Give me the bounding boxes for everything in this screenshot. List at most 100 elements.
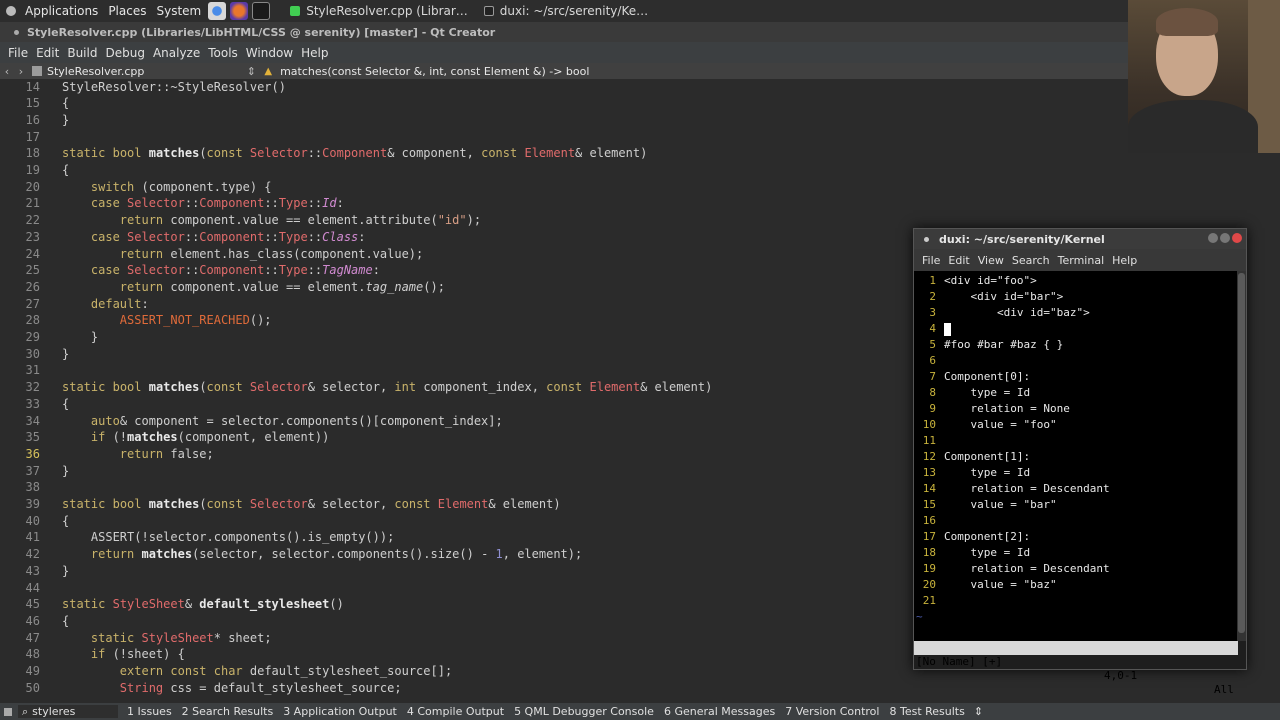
sidebar-toggle-icon[interactable] (4, 707, 12, 716)
terminal-icon (483, 6, 494, 16)
terminal-content[interactable]: 1 <div id="foo"> 2 <div id="bar"> 3 <div id… (914, 271, 1238, 641)
line-number: 19 (25, 163, 40, 177)
terminal-scrollbar[interactable] (1237, 271, 1246, 641)
gnome-foot-icon[interactable] (6, 6, 16, 16)
qt-creator-icon (290, 6, 301, 16)
code-text: auto& component = selector.components()[… (90, 413, 503, 428)
terminal-menu-search[interactable]: Search (1008, 254, 1054, 267)
output-pane-tab[interactable]: 7 Version Control (780, 705, 884, 718)
back-arrow-icon[interactable]: ‹ (0, 65, 14, 78)
webcam-person-body (1128, 100, 1258, 153)
terminal-menu-view[interactable]: View (974, 254, 1008, 267)
more-panes-icon[interactable]: ⇕ (974, 705, 983, 718)
output-pane-tab[interactable]: 2 Search Results (177, 705, 279, 718)
minimize-icon[interactable] (1208, 233, 1218, 243)
menu-debug[interactable]: Debug (101, 46, 148, 60)
vim-line: 2 <div id="bar"> (914, 289, 1063, 305)
output-pane-tab[interactable]: 8 Test Results (884, 705, 969, 718)
line-number: 40 (25, 513, 40, 528)
code-line: 24 return element.has_class(component.va… (0, 246, 900, 263)
panel-menu-places[interactable]: Places (103, 4, 151, 18)
terminal-menu-help[interactable]: Help (1108, 254, 1141, 267)
menu-edit[interactable]: Edit (32, 46, 63, 60)
function-symbol-selector[interactable]: matches(const Selector &, int, const Ele… (280, 65, 589, 78)
panel-menu-system[interactable]: System (151, 4, 206, 18)
line-number: 24 (25, 246, 40, 261)
forward-arrow-icon[interactable]: › (14, 65, 28, 78)
code-text: if (!matches(component, element)) (90, 430, 330, 445)
line-number: 15 (25, 96, 40, 111)
code-text: return element.has_class(component.value… (119, 246, 424, 261)
line-number: 29 (25, 330, 40, 344)
close-icon[interactable] (1232, 233, 1242, 243)
code-line: 37} (0, 463, 900, 480)
line-number: 38 (25, 480, 40, 495)
code-text: } (62, 563, 70, 578)
window-menu-icon[interactable] (14, 29, 19, 35)
output-pane-tab[interactable]: 5 QML Debugger Console (509, 705, 659, 718)
code-text: case Selector::Component::Type::TagName: (90, 263, 380, 278)
code-text: } (62, 112, 70, 127)
vim-line: 15 value = "bar" (914, 497, 1057, 513)
terminal-menu-edit[interactable]: Edit (944, 254, 973, 267)
code-text: switch (component.type) { (90, 179, 272, 194)
terminal-menu-file[interactable]: File (918, 254, 944, 267)
code-line: 50 String css = default_stylesheet_sourc… (0, 680, 900, 697)
terminal-menu-terminal[interactable]: Terminal (1054, 254, 1109, 267)
vim-line-number: 3 (929, 306, 936, 319)
code-line: 19 { (0, 162, 900, 179)
vim-line-number: 11 (922, 434, 936, 447)
chromium-icon[interactable] (208, 2, 227, 20)
vim-line-number: 2 (929, 290, 936, 303)
code-line: 36 return false; (0, 446, 900, 463)
vim-line-number: 12 (922, 450, 936, 463)
code-line: 20 switch (component.type) { (0, 179, 900, 196)
open-file-selector[interactable]: StyleResolver.cpp (47, 65, 144, 78)
output-pane-tab[interactable]: 1 Issues (122, 705, 177, 718)
terminal-menu-bar: File Edit View Search Terminal Help (914, 249, 1246, 271)
vim-line-number: 1 (929, 274, 936, 287)
warning-icon[interactable]: ▲ (264, 66, 272, 77)
taskbar-item-qtcreator[interactable]: StyleResolver.cpp (Librar… (282, 0, 476, 22)
code-line: 34 auto& component = selector.components… (0, 413, 900, 430)
vim-line: 21 (914, 593, 936, 609)
vim-line-number: 4 (929, 322, 936, 335)
maximize-icon[interactable] (1220, 233, 1230, 243)
output-pane-tab[interactable]: 4 Compile Output (402, 705, 509, 718)
line-number: 42 (25, 547, 40, 562)
taskbar-item-terminal[interactable]: duxi: ~/src/serenity/Ke… (476, 0, 656, 22)
output-pane-tab[interactable]: 6 General Messages (659, 705, 780, 718)
code-line: 14 StyleResolver::~StyleResolver() (0, 79, 900, 95)
terminal-title-bar[interactable]: duxi: ~/src/serenity/Kernel (914, 229, 1246, 249)
vim-line: 16 (914, 513, 936, 529)
vim-line-number: 5 (929, 338, 936, 351)
menu-tools[interactable]: Tools (204, 46, 242, 60)
vim-line-text: Component[2]: (944, 530, 1031, 543)
output-pane-tab[interactable]: 3 Application Output (278, 705, 402, 718)
code-text: static bool matches(const Selector& sele… (62, 497, 561, 511)
webcam-person-hair (1156, 8, 1218, 36)
code-text: static StyleSheet* sheet; (90, 630, 272, 645)
line-number: 37 (25, 463, 40, 478)
scrollbar-thumb[interactable] (1238, 273, 1245, 633)
file-selector-arrows-icon[interactable]: ⇕ (244, 65, 258, 78)
output-panes-bar: ⌕ styleres 1 Issues 2 Search Results 3 App… (0, 703, 1280, 720)
menu-analyze[interactable]: Analyze (149, 46, 204, 60)
line-number: 44 (25, 580, 40, 595)
vim-line: 10 value = "foo" (914, 417, 1057, 433)
code-line: 35 if (!matches(component, element)) (0, 429, 900, 446)
window-menu-icon[interactable] (924, 236, 929, 242)
panel-menu-applications[interactable]: Applications (20, 4, 103, 18)
menu-build[interactable]: Build (63, 46, 101, 60)
menu-window[interactable]: Window (242, 46, 297, 60)
vim-line-number: 15 (922, 498, 936, 511)
locator-search[interactable]: ⌕ styleres (18, 705, 118, 718)
terminal-launcher-icon[interactable] (252, 2, 271, 20)
menu-file[interactable]: File (4, 46, 32, 60)
taskbar-item-label: duxi: ~/src/serenity/Ke… (499, 4, 649, 18)
vim-line-number: 16 (922, 514, 936, 527)
line-number: 20 (25, 179, 40, 194)
firefox-icon[interactable] (230, 2, 249, 20)
menu-help[interactable]: Help (297, 46, 332, 60)
line-number: 45 (25, 597, 40, 612)
